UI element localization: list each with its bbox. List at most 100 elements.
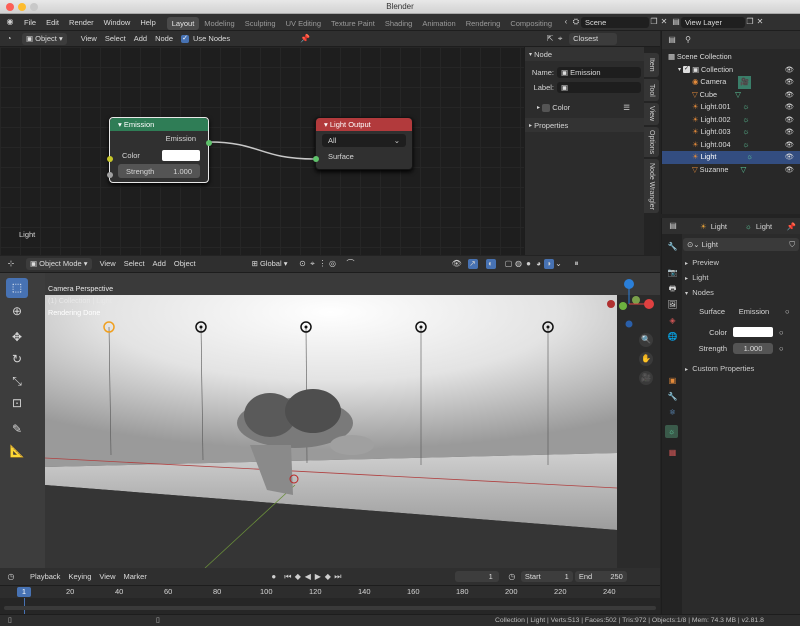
snap-icon[interactable]: ⌖ (555, 34, 565, 44)
tab-shading[interactable]: Shading (380, 17, 418, 30)
world-tab-icon[interactable]: 🌐 (666, 330, 679, 343)
color-swatch[interactable] (162, 149, 200, 161)
tab-tool[interactable]: Tool (644, 79, 659, 101)
outliner-item-camera[interactable]: ◉ Camera 🎥 👁 (662, 76, 800, 89)
outliner-editor-type-icon[interactable]: ▤ (667, 35, 677, 45)
properties-editor-type-icon[interactable]: ▤ (668, 221, 678, 231)
light-browse-icon[interactable]: ⊙⌄ (687, 240, 700, 249)
menu-render[interactable]: Render (64, 14, 99, 31)
tab-item[interactable]: Item (644, 53, 659, 77)
emission-node[interactable]: ▾ Emission Emission Color Strength 1.000 (107, 117, 212, 183)
tab-animation[interactable]: Animation (417, 17, 460, 30)
emission-node-header[interactable]: ▾ Emission (110, 118, 208, 131)
tab-modeling[interactable]: Modeling (199, 17, 239, 30)
menu-marker[interactable]: Marker (120, 571, 151, 583)
mesh-data-icon[interactable]: ▽ (735, 89, 741, 102)
pan-hand-icon[interactable]: ✋ (641, 354, 651, 364)
play-reverse-icon[interactable]: ◀ (303, 572, 313, 582)
viewport-menu-add[interactable]: Add (149, 258, 170, 270)
rendered-scene[interactable]: Camera Perspective (1) Collection | Ligh… (44, 284, 618, 569)
scene-selector[interactable]: Scene (581, 16, 649, 28)
navigation-gizmo[interactable] (605, 276, 660, 391)
zoom-icon[interactable]: 🔍 (641, 335, 651, 345)
menu-playback[interactable]: Playback (26, 571, 64, 583)
light-data-icon[interactable]: ☼ (746, 151, 753, 164)
eye-icon[interactable]: 👁 (785, 101, 794, 114)
view-layer-selector[interactable]: View Layer (681, 16, 745, 28)
proportional-edit-icon[interactable]: ◎ (328, 259, 338, 269)
surface-input-socket[interactable] (313, 156, 319, 162)
xray-icon[interactable]: ▢ (504, 259, 514, 269)
start-frame-field[interactable]: Start 1 (520, 571, 573, 582)
prev-keyframe-icon[interactable]: ◆ (293, 572, 303, 582)
timeline-ruler[interactable]: 1 20 40 60 80 100 120 140 160 180 200 22… (0, 586, 660, 598)
measure-tool-icon[interactable]: 📐 (6, 441, 28, 461)
snap-toggle-icon[interactable]: ⌖ (308, 259, 318, 269)
pin-icon[interactable]: 📌 (787, 222, 796, 231)
texture-tab-icon[interactable]: ▦ (666, 446, 679, 459)
light-data-tab-icon[interactable]: ☼ (665, 425, 678, 438)
tab-rendering[interactable]: Rendering (461, 17, 506, 30)
menu-keying[interactable]: Keying (64, 571, 95, 583)
light-data-icon[interactable]: ☼ (743, 126, 750, 139)
outliner-item-light-004[interactable]: ☀ Light.004 ☼ 👁 (662, 139, 800, 152)
datablock-selector[interactable]: ⊙⌄ Light ⛉ (683, 238, 799, 251)
falloff-icon[interactable]: ⌒ (346, 259, 356, 269)
eye-icon[interactable]: 👁 (785, 76, 794, 89)
camera-data-icon[interactable]: 🎥 (738, 76, 752, 89)
transform-tool-icon[interactable]: ⊡ (6, 393, 28, 413)
tab-sculpting[interactable]: Sculpting (240, 17, 281, 30)
tab-node-wrangler[interactable]: Node Wrangler (644, 159, 659, 213)
new-scene-icon[interactable]: ❐ (649, 17, 659, 27)
menu-add[interactable]: Add (130, 33, 151, 45)
move-tool-icon[interactable]: ✥ (6, 327, 28, 347)
delete-view-layer-icon[interactable]: ✕ (755, 17, 765, 27)
close-window-button[interactable] (6, 3, 14, 11)
strength-input-socket[interactable] (107, 172, 113, 178)
playhead[interactable]: 1 (17, 587, 31, 597)
tab-layout[interactable]: Layout (166, 16, 200, 30)
collection-checkbox[interactable]: ✓ (683, 66, 691, 74)
nodes-panel-header[interactable]: ▾ Nodes (683, 285, 799, 300)
outliner-item-light-003[interactable]: ☀ Light.003 ☼ 👁 (662, 126, 800, 139)
tab-compositing[interactable]: Compositing (505, 17, 557, 30)
emission-output-socket[interactable] (206, 140, 212, 146)
eye-icon[interactable]: 👁 (785, 89, 794, 102)
record-icon[interactable]: ● (269, 572, 279, 582)
rendered-shading-icon[interactable]: ◑ (543, 259, 554, 269)
outliner-item-light-selected[interactable]: ☀ Light ☼ 👁 (662, 151, 800, 164)
select-tool-icon[interactable]: ⬚ (6, 278, 28, 298)
light-output-header[interactable]: ▾ Light Output (316, 118, 412, 131)
rotate-tool-icon[interactable]: ↻ (6, 349, 28, 369)
timeline-menu-view[interactable]: View (95, 571, 119, 583)
jump-end-icon[interactable]: ⏭ (333, 572, 343, 582)
outliner-item-light-001[interactable]: ☀ Light.001 ☼ 👁 (662, 101, 800, 114)
preview-panel-header[interactable]: ▸ Preview (683, 255, 799, 270)
light-output-node[interactable]: ▾ Light Output All ⌄ Surface (313, 117, 413, 170)
node-label-field[interactable]: ▣ (557, 82, 641, 93)
list-icon[interactable]: ☰ (623, 103, 630, 112)
zoom-window-button[interactable] (30, 3, 38, 11)
timeline-scrollbar[interactable] (4, 606, 656, 610)
menu-select[interactable]: Select (101, 33, 130, 45)
color-property-swatch[interactable] (733, 327, 773, 337)
object-tab-icon[interactable]: ▣ (666, 374, 679, 387)
material-shading-icon[interactable]: ◕ (534, 259, 544, 269)
menu-help[interactable]: Help (135, 14, 160, 31)
eye-icon[interactable]: 👁 (785, 114, 794, 127)
color-checkbox[interactable] (542, 103, 551, 112)
eye-icon[interactable]: 👁 (785, 151, 794, 164)
parent-node-icon[interactable]: ⇱ (545, 34, 555, 44)
strength-property-field[interactable]: 1.000 (733, 342, 773, 354)
delete-scene-icon[interactable]: ✕ (659, 17, 669, 27)
light-panel-header[interactable]: ▸ Light (683, 270, 799, 285)
annotate-tool-icon[interactable]: ✎ (6, 419, 28, 439)
view-layer-tab-icon[interactable]: 🖼 (666, 298, 679, 311)
pivot-icon[interactable]: ⊙ (298, 259, 308, 269)
menu-window[interactable]: Window (99, 14, 136, 31)
scene-collection-row[interactable]: ▦ Scene Collection (662, 51, 800, 64)
mode-dropdown[interactable]: ▣ Object Mode ▾ (26, 258, 92, 270)
strength-field[interactable]: Strength 1.000 (118, 164, 200, 178)
shader-type-dropdown[interactable]: ▣ Object ▾ (22, 32, 67, 45)
viewport-menu-object[interactable]: Object (170, 258, 200, 270)
